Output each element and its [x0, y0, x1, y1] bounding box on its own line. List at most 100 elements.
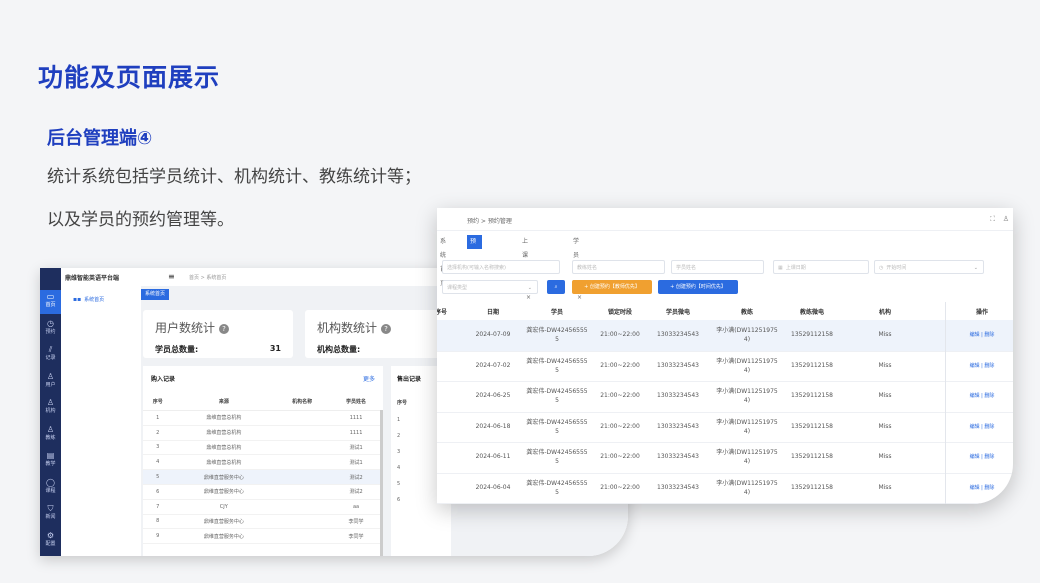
student-name-input[interactable]: 学员姓名	[671, 260, 764, 274]
table-cell-org: Miss	[878, 422, 892, 430]
column-header: 学员微电	[665, 309, 691, 316]
table-cell-date: 2024-06-18	[475, 422, 511, 430]
sales-row-number: 1	[397, 417, 401, 423]
create-booking-teacher-button[interactable]: + 创建预约【教师优先】	[572, 280, 652, 294]
sidebar-item-记录[interactable]: ⫽ 记录	[40, 343, 61, 367]
table-cell-date: 2024-06-11	[475, 453, 511, 460]
doc-icon: ▤	[46, 451, 55, 460]
close-icon: ×	[526, 294, 532, 301]
row-actions[interactable]: 编辑 | 删除	[970, 320, 995, 350]
time-select[interactable]: ◷ 开始时间 ⌄	[874, 260, 984, 274]
table-cell-org: Miss	[878, 331, 892, 338]
table-cell-coach: 李小满(DW11251975 4)	[716, 388, 778, 404]
sidebar-item-用户[interactable]: ♙ 用户	[40, 370, 61, 394]
table-row[interactable]: 2024-06-18 龚宏伟-DW42456555 5 21:00~22:00 1303…	[437, 412, 1013, 443]
table-cell: 鼎维直营服务中心	[172, 528, 276, 545]
table-row[interactable]: 2024-07-02 龚宏伟-DW42456555 5 21:00~22:00 1303…	[437, 351, 1013, 382]
table-row[interactable]: 9 鼎维直营服务中心 李同学	[143, 528, 383, 545]
table-cell-phone: 13033234543	[657, 331, 699, 338]
table-cell: 鼎维直营服务中心	[172, 514, 276, 530]
course-type-select[interactable]: 课程类型 ⌄	[442, 280, 538, 294]
scrollbar[interactable]	[380, 410, 383, 556]
table-cell: 7	[143, 499, 173, 515]
org-select[interactable]: 选择机构(可输入名称搜索)	[442, 260, 560, 274]
table-cell-student: 龚宏伟-DW42456555 5	[526, 388, 588, 404]
purchase-table: 序号 来源 机构名称 学员姓名 1 鼎维直营总机构 1111 2 鼎维直营总机构 1111 3 鼎维…	[143, 392, 383, 545]
table-cell-date: 2024-07-02	[475, 361, 511, 369]
nav-item-home[interactable]: ▪▪ 系统首页	[73, 296, 104, 303]
monitor-icon: ▭	[46, 292, 55, 301]
help-icon[interactable]: ?	[219, 323, 230, 334]
date-input[interactable]: ▦ 上课日期	[773, 260, 869, 274]
create-booking-time-button[interactable]: + 创建预约【时间优先】	[658, 280, 738, 294]
sidebar-item-教练[interactable]: ♙ 教练	[40, 423, 61, 447]
search-button[interactable]: ⌕	[547, 280, 565, 294]
table-cell: 5	[143, 469, 173, 485]
sidebar-item-配置[interactable]: ⚙ 配置	[40, 529, 61, 553]
sidebar-item-课程[interactable]: ◯ 课程	[40, 476, 61, 500]
slide-title: 功能及页面展示	[38, 63, 221, 92]
table-row[interactable]: 2024-06-11 龚宏伟-DW42456555 5 21:00~22:00 1303…	[437, 442, 1013, 474]
help-icon[interactable]: ?	[381, 323, 392, 334]
sidebar-item-预约[interactable]: ◷ 预约	[40, 317, 61, 341]
table-cell-student: 龚宏伟-DW42456555 5	[526, 357, 588, 374]
sidebar-item-教学[interactable]: ▤ 教学	[40, 449, 61, 473]
table-row[interactable]: 7 CJY aa	[143, 499, 383, 515]
table-cell: 李同学	[329, 514, 383, 530]
table-row[interactable]: 2 鼎维直营总机构 1111	[143, 425, 383, 441]
row-actions[interactable]: 编辑 | 删除	[970, 442, 995, 472]
sidebar-item-首页[interactable]: ▭ 首页	[40, 290, 61, 314]
tab-home[interactable]: 系统首页	[437, 235, 449, 287]
row-actions[interactable]: 编辑 | 删除	[970, 381, 995, 411]
table-row[interactable]: 5 鼎维直营服务中心 测试2	[143, 469, 383, 485]
table-cell: 鼎维直营总机构	[172, 454, 276, 471]
gear-icon: ⚙	[46, 530, 55, 540]
menu-toggle-icon[interactable]: ≡	[168, 272, 175, 281]
row-actions[interactable]: 编辑 | 删除	[970, 473, 995, 503]
coach-icon: ♙	[46, 424, 55, 434]
table-cell-date: 2024-07-09	[475, 331, 511, 338]
top-bar: 预约 > 预约管理 ⛶ ♙	[437, 208, 1013, 231]
purchase-records-title: 购入记录	[151, 376, 176, 383]
table-row[interactable]: 2024-06-04 龚宏伟-DW42456555 5 21:00~22:00 1303…	[437, 473, 1013, 504]
coach-name-input[interactable]: 教练姓名	[572, 260, 665, 274]
row-actions[interactable]: 编辑 | 删除	[970, 412, 995, 442]
sidebar-item-label: 机构	[45, 408, 56, 414]
sidebar-item-新闻[interactable]: ⛉ 新闻	[40, 502, 61, 526]
user-icon[interactable]: ♙	[1003, 215, 1009, 223]
table-cell	[275, 410, 330, 426]
table-row[interactable]: 6 鼎维直营服务中心 测试2	[143, 484, 383, 500]
fullscreen-icon[interactable]: ⛶	[990, 215, 995, 224]
table-row[interactable]: 8 鼎维直营服务中心 李同学	[143, 514, 383, 530]
table-cell: 2	[143, 425, 173, 441]
table-row[interactable]: 2024-07-09 龚宏伟-DW42456555 5 21:00~22:00 1303…	[437, 320, 1013, 352]
tab-class-records[interactable]: 上课记录×	[519, 235, 534, 301]
tab-home[interactable]: 系统首页	[141, 289, 170, 300]
tab-booking[interactable]: 预约管理×	[467, 235, 483, 301]
breadcrumb: 预约 > 预约管理	[467, 218, 512, 225]
table-row[interactable]: 4 鼎维直营总机构 测试1	[143, 454, 383, 471]
more-link[interactable]: 更多	[363, 374, 375, 383]
table-row[interactable]: 3 鼎维直营总机构 测试1	[143, 440, 383, 456]
table-cell	[275, 514, 330, 530]
sales-row-number: 4	[397, 465, 401, 471]
row-actions[interactable]: 编辑 | 删除	[970, 351, 995, 381]
column-header: 日期	[486, 309, 500, 316]
booking-window: 预约 > 预约管理 ⛶ ♙ 系统首页 预约管理× 上课记录× 学员管理× 选择机…	[437, 208, 1013, 504]
table-row[interactable]: 2024-06-25 龚宏伟-DW42456555 5 21:00~22:00 1303…	[437, 381, 1013, 413]
clock-icon: ◷	[47, 318, 54, 328]
sidebar-item-机构[interactable]: ♙ 机构	[40, 396, 61, 420]
table-cell: 1111	[329, 410, 383, 426]
column-header: 教练微电	[799, 309, 825, 316]
table-cell: aa	[329, 499, 383, 515]
column-header: 序号	[437, 309, 448, 316]
sidebar: ▭ 首页 ◷ 预约 ⫽ 记录 ♙ 用户 ♙ 机构 ♙ 教练 ▤ 教学 ◯ 课程 ⛉ 新闻 ⚙ 配置	[40, 268, 61, 556]
close-icon: ×	[474, 294, 480, 301]
table-cell	[275, 484, 330, 500]
table-cell-org: Miss	[878, 483, 892, 491]
column-header: 来源	[172, 392, 276, 411]
shield-icon: ⛉	[47, 504, 54, 513]
table-cell-org: Miss	[878, 392, 892, 399]
tab-students[interactable]: 学员管理×	[570, 235, 585, 301]
table-row[interactable]: 1 鼎维直营总机构 1111	[143, 410, 383, 426]
